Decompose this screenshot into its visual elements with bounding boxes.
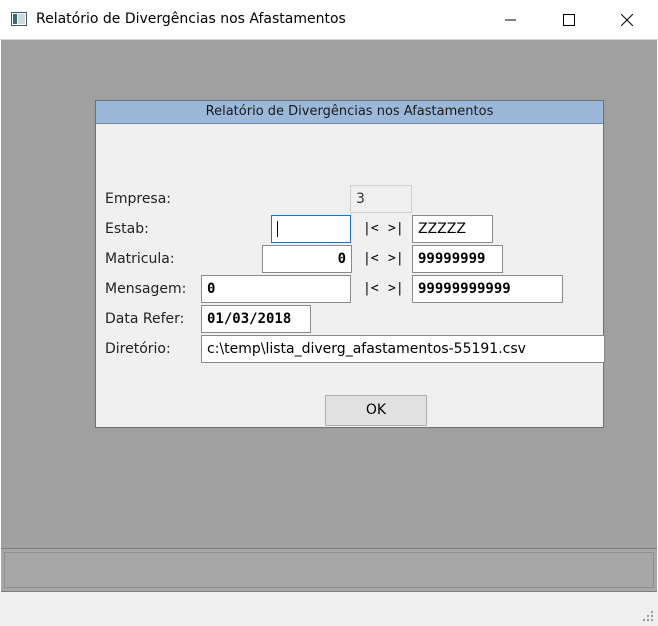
data-refer-input[interactable]: 01/03/2018: [201, 305, 311, 333]
minimize-icon: [505, 19, 516, 20]
estab-from-input[interactable]: [271, 215, 351, 243]
estab-label: Estab:: [105, 221, 149, 237]
mensagem-last-button[interactable]: >|: [388, 281, 404, 296]
diretorio-label: Diretório:: [105, 341, 171, 357]
estab-first-button[interactable]: |<: [363, 221, 379, 236]
mensagem-from-input[interactable]: 0: [201, 275, 351, 303]
data-refer-label: Data Refer:: [105, 311, 185, 327]
empresa-label: Empresa:: [105, 191, 172, 207]
matricula-label: Matricula:: [105, 251, 175, 267]
bottom-panel: [1, 548, 657, 592]
dialog-title: Relatório de Divergências nos Afastament…: [96, 101, 603, 124]
close-button[interactable]: [598, 0, 656, 39]
matricula-from-input[interactable]: 0: [262, 245, 352, 273]
bottom-panel-inner: [4, 552, 654, 588]
mensagem-first-button[interactable]: |<: [363, 281, 379, 296]
size-grip-icon[interactable]: [642, 610, 654, 622]
window-titlebar: Relatório de Divergências nos Afastament…: [0, 0, 658, 40]
matricula-first-button[interactable]: |<: [363, 251, 379, 266]
app-icon: [11, 12, 27, 26]
empresa-field: 3: [350, 185, 412, 213]
ok-button[interactable]: OK: [325, 395, 427, 426]
matricula-to-input[interactable]: 99999999: [412, 245, 503, 273]
maximize-icon: [563, 13, 575, 26]
matricula-last-button[interactable]: >|: [388, 251, 404, 266]
estab-last-button[interactable]: >|: [388, 221, 404, 236]
text-caret: [277, 221, 278, 237]
diretorio-input[interactable]: c:\temp\lista_diverg_afastamentos-55191.…: [201, 335, 605, 363]
status-bar: [0, 592, 658, 626]
maximize-button[interactable]: [540, 0, 598, 39]
window-title: Relatório de Divergências nos Afastament…: [36, 11, 346, 27]
close-icon: [621, 13, 633, 26]
estab-to-input[interactable]: ZZZZZ: [412, 215, 493, 243]
mensagem-to-input[interactable]: 99999999999: [412, 275, 563, 303]
report-dialog: Relatório de Divergências nos Afastament…: [95, 100, 605, 428]
mensagem-label: Mensagem:: [105, 281, 187, 297]
minimize-button[interactable]: [482, 0, 540, 39]
